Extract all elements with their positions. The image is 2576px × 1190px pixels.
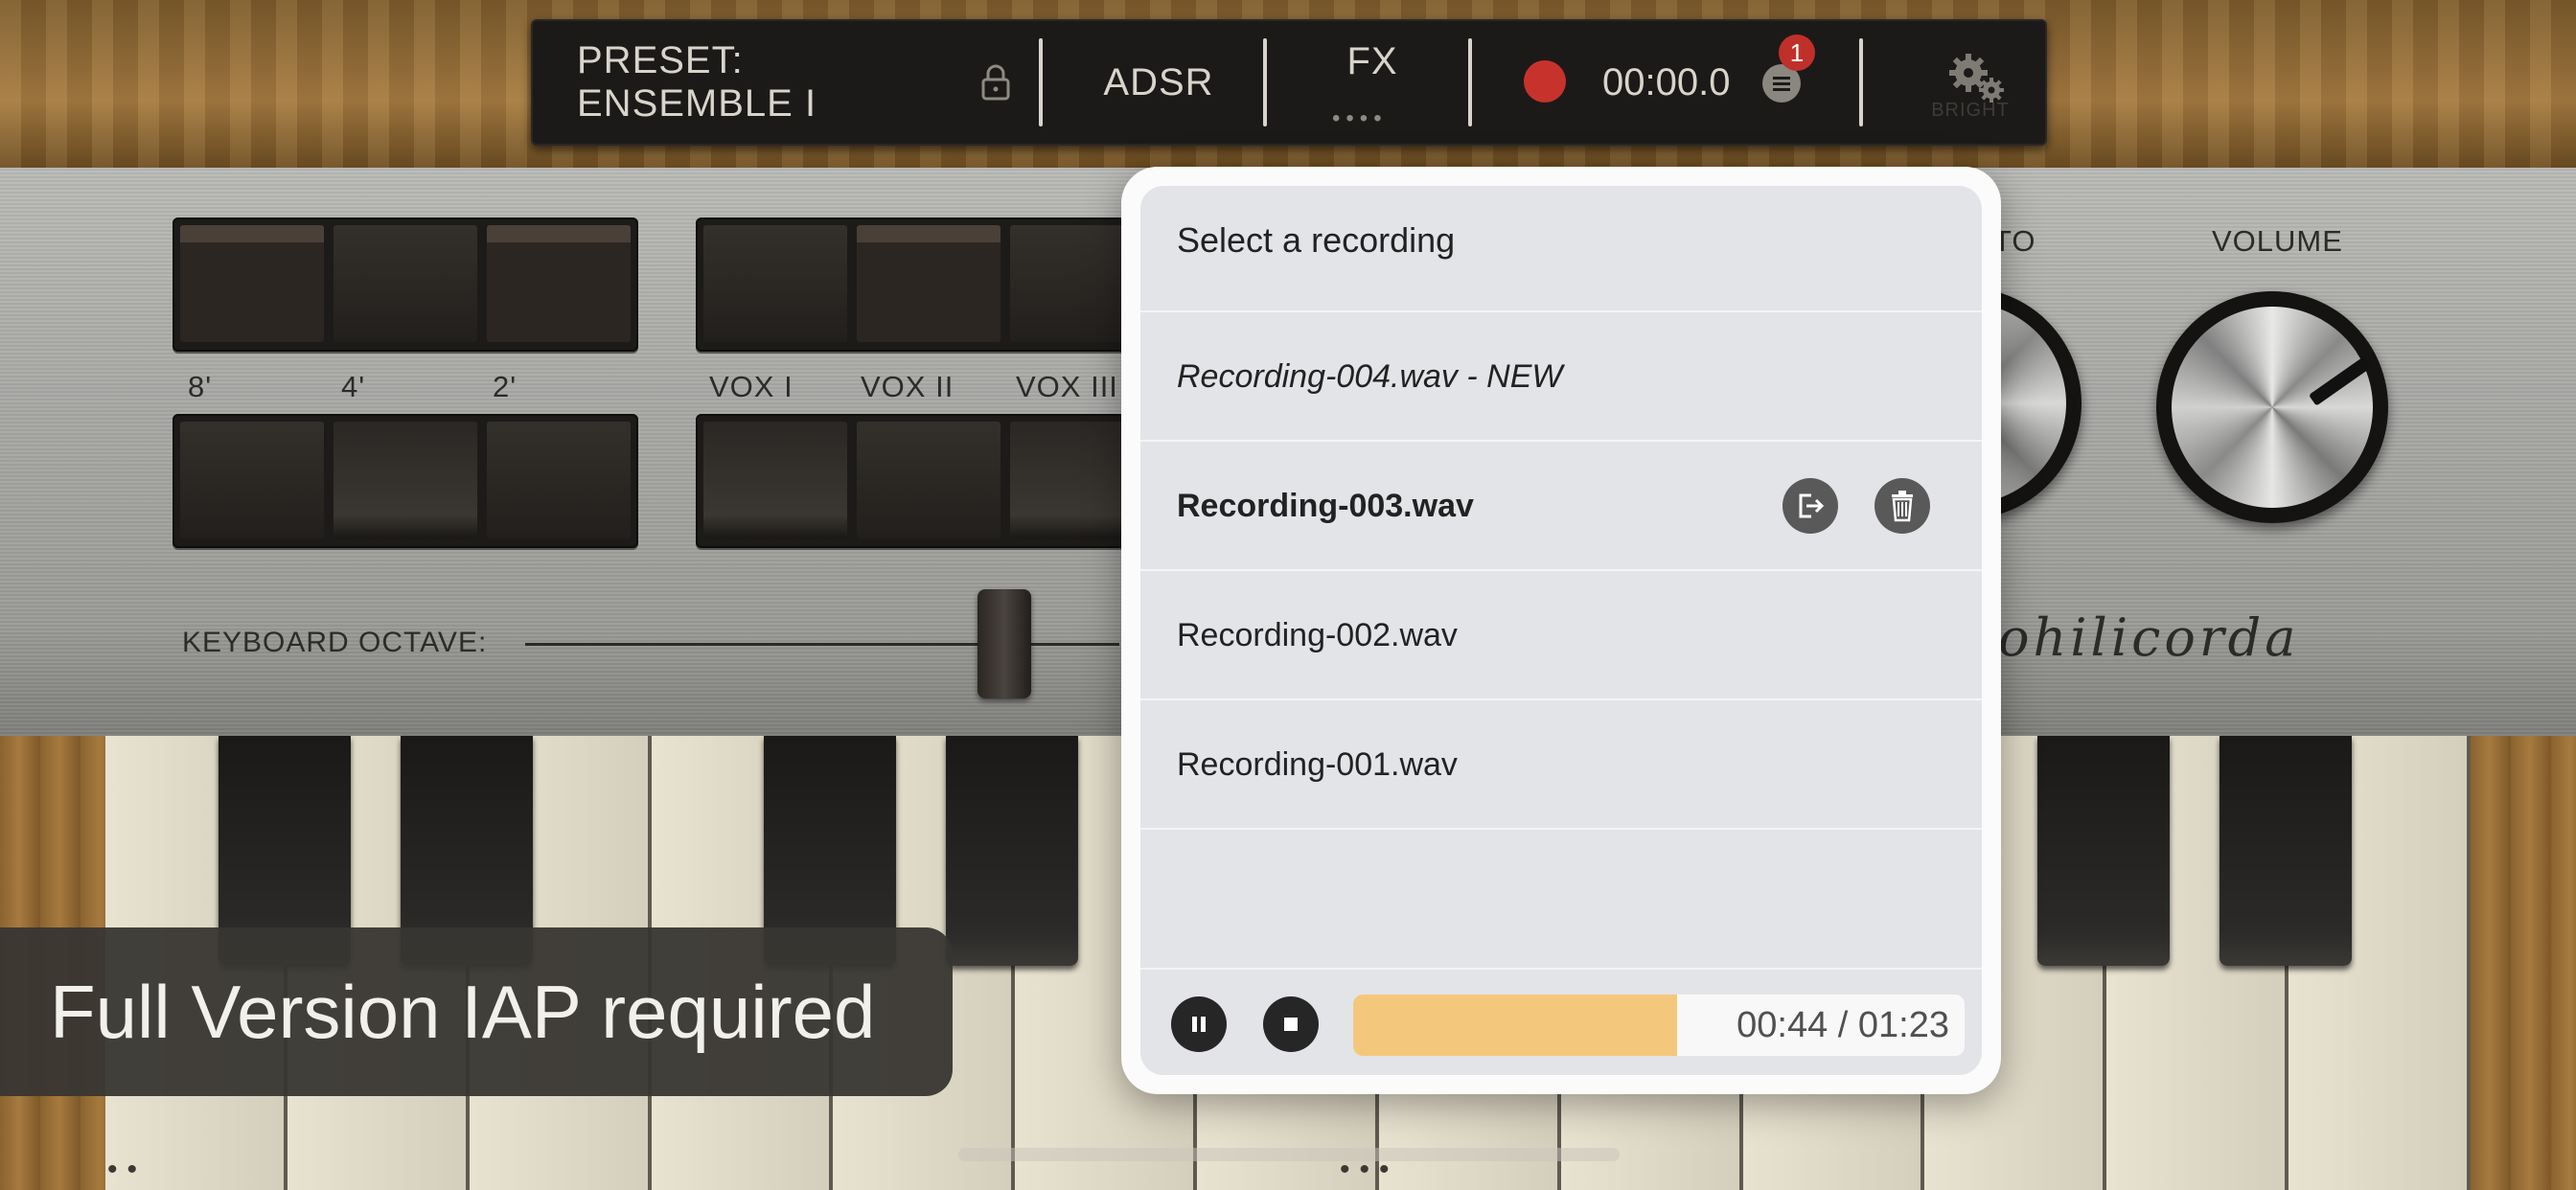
stop-button[interactable] [1263,996,1319,1052]
tab-label-4: 4' [341,370,366,403]
playback-controls: 00:44 / 01:23 [1140,968,1982,1075]
tab-4-upper[interactable] [334,225,477,342]
recording-row[interactable]: Recording-002.wav [1140,569,1982,699]
tab-label-8: 8' [188,370,213,403]
fx-page-dots: •••• [1332,105,1388,131]
bright-label: BRIGHT [1931,100,2010,121]
tab-2-lower[interactable] [487,422,631,538]
recordings-popover: Select a recording Recording-004.wav - N… [1121,167,2001,1094]
preset-button[interactable]: PRESET: ENSEMBLE I [577,21,970,144]
delete-button[interactable] [1874,478,1930,534]
toolbar-divider [1859,38,1863,126]
black-key[interactable] [2220,736,2353,966]
wood-side-right [2471,736,2576,1190]
vox-tabs-upper [696,217,1154,352]
stop-icon [1284,1018,1298,1031]
fx-label: FX [1346,40,1398,82]
tab-vox-i-upper[interactable] [703,225,847,342]
black-key[interactable] [2037,736,2171,966]
recording-row[interactable]: Recording-004.wav - NEW [1140,310,1982,441]
trash-icon [1892,491,1913,522]
tab-label-vox-iii: VOX III [1016,370,1118,403]
volume-knob[interactable] [2156,291,2388,523]
footage-tabs-lower [172,414,638,548]
tab-8-upper[interactable] [180,225,324,342]
recording-name: Recording-001.wav [1177,746,1458,783]
recording-name: Recording-004.wav - NEW [1177,358,1563,395]
toolbar-divider [1039,38,1043,126]
home-indicator[interactable] [958,1148,1620,1161]
black-key[interactable] [946,736,1079,966]
volume-label: VOLUME [2212,224,2343,258]
lock-icon[interactable] [979,63,1012,102]
pause-button[interactable] [1171,996,1227,1052]
brand-logo: ohilicorda [1998,607,2300,668]
preset-label: PRESET: ENSEMBLE I [577,39,817,125]
export-button[interactable] [1782,478,1838,534]
footage-tabs-upper [172,217,638,352]
toolbar-divider [1468,38,1472,126]
export-icon [1799,493,1825,518]
recordings-count-badge: 1 [1779,34,1815,71]
tab-8-lower[interactable] [180,422,324,538]
adsr-button[interactable]: ADSR [1058,21,1259,144]
playback-progress-bar[interactable]: 00:44 / 01:23 [1353,995,1965,1056]
adsr-label: ADSR [1103,60,1214,103]
tab-vox-i-lower[interactable] [703,422,847,538]
tab-label-vox-i: VOX I [709,370,794,403]
playback-time: 00:44 / 01:23 [1736,1005,1949,1045]
record-timer: 00:00.0 [1602,61,1731,103]
pause-icon [1192,1017,1206,1032]
recording-row[interactable]: Recording-001.wav [1140,698,1982,829]
recording-name: Recording-003.wav [1177,488,1474,524]
recordings-popover-content: Select a recording Recording-004.wav - N… [1140,186,1982,1075]
tab-vox-ii-lower[interactable] [857,422,1000,538]
recording-row-selected[interactable]: Recording-003.wav [1140,440,1982,570]
iap-banner[interactable]: Full Version IAP required [0,927,953,1096]
vox-tabs-lower [696,414,1154,548]
keyboard-octave-label: KEYBOARD OCTAVE: [182,627,488,658]
top-toolbar: PRESET: ENSEMBLE I ADSR FX •••• 00:00.0 … [531,19,2047,146]
tab-2-upper[interactable] [487,225,631,342]
iap-banner-text: Full Version IAP required [50,970,876,1054]
playback-progress-fill [1353,995,1677,1056]
settings-gear-icon[interactable] [1920,50,2026,107]
recording-name: Recording-002.wav [1177,617,1458,653]
popover-title: Select a recording [1177,220,1456,260]
tab-vox-ii-upper[interactable] [857,225,1000,342]
tab-label-vox-ii: VOX II [861,370,954,403]
tab-label-2: 2' [493,370,518,403]
empty-list-area [1140,828,1982,970]
page-indicator-left: •• [107,1154,148,1185]
tab-4-lower[interactable] [334,422,477,538]
octave-slider-handle[interactable] [978,589,1031,698]
toolbar-divider [1263,38,1267,126]
record-button[interactable] [1524,60,1566,103]
